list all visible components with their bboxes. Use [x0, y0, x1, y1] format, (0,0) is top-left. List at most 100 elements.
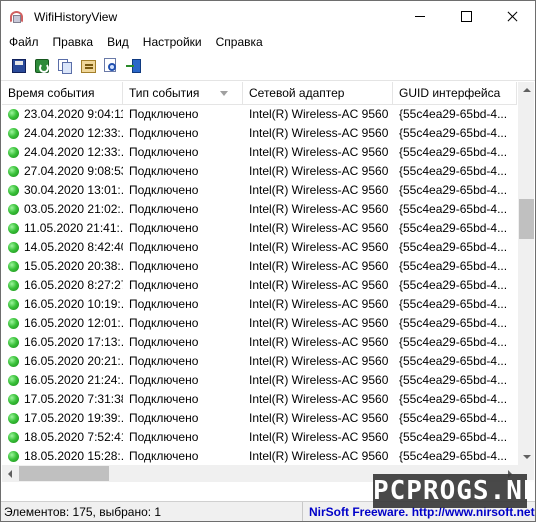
- cell-event-type: Подключено: [129, 126, 199, 140]
- event-time-text: 24.04.2020 12:33:...: [24, 145, 123, 159]
- table-row[interactable]: 30.04.2020 13:01:... Подключено Intel(R) W…: [2, 181, 517, 200]
- connected-status-icon: [8, 394, 19, 405]
- cell-event-type: Подключено: [129, 411, 199, 425]
- table-row[interactable]: 24.04.2020 12:33:... Подключено Intel(R) W…: [2, 124, 517, 143]
- cell-adapter: Intel(R) Wireless-AC 9560: [249, 202, 389, 216]
- table-row[interactable]: 11.05.2020 21:41:... Подключено Intel(R) W…: [2, 219, 517, 238]
- cell-event-type: Подключено: [129, 164, 199, 178]
- cell-event-type: Подключено: [129, 278, 199, 292]
- table-row[interactable]: 03.05.2020 21:02:... Подключено Intel(R) W…: [2, 200, 517, 219]
- scroll-down-arrow-icon[interactable]: [518, 448, 534, 465]
- menu-help[interactable]: Справка: [209, 32, 270, 52]
- cell-event-type: Подключено: [129, 145, 199, 159]
- event-time-text: 23.04.2020 9:04:11: [24, 107, 123, 121]
- cell-event-time: 16.05.2020 8:27:27: [2, 276, 123, 295]
- save-button[interactable]: [9, 56, 29, 76]
- status-item-count: Элементов: 175, выбрано: 1: [1, 501, 303, 521]
- table-row[interactable]: 15.05.2020 20:38:... Подключено Intel(R) W…: [2, 257, 517, 276]
- menu-view[interactable]: Вид: [100, 32, 136, 52]
- vertical-scrollbar[interactable]: [518, 82, 534, 465]
- event-time-text: 18.05.2020 7:52:41: [24, 430, 123, 444]
- event-time-text: 16.05.2020 12:01:...: [24, 316, 123, 330]
- cell-adapter: Intel(R) Wireless-AC 9560: [249, 373, 389, 387]
- table-row[interactable]: 16.05.2020 21:24:... Подключено Intel(R) W…: [2, 371, 517, 390]
- event-time-text: 15.05.2020 20:38:...: [24, 259, 123, 273]
- connected-status-icon: [8, 280, 19, 291]
- cell-event-time: 18.05.2020 15:28:...: [2, 447, 123, 466]
- connected-status-icon: [8, 356, 19, 367]
- refresh-button[interactable]: [32, 56, 52, 76]
- column-header-adapter[interactable]: Сетевой адаптер: [243, 82, 393, 105]
- cell-guid: {55c4ea29-65bd-4...: [399, 164, 508, 178]
- cell-adapter: Intel(R) Wireless-AC 9560: [249, 183, 389, 197]
- menu-edit[interactable]: Правка: [46, 32, 101, 52]
- menu-file[interactable]: Файл: [1, 32, 46, 52]
- column-header-guid[interactable]: GUID интерфейса: [393, 82, 517, 105]
- cell-event-type: Подключено: [129, 297, 199, 311]
- cell-event-time: 17.05.2020 7:31:38: [2, 390, 123, 409]
- table-row[interactable]: 27.04.2020 9:08:53 Подключено Intel(R) Wir…: [2, 162, 517, 181]
- table-row[interactable]: 24.04.2020 12:33:... Подключено Intel(R) W…: [2, 143, 517, 162]
- event-time-text: 11.05.2020 21:41:...: [24, 221, 123, 235]
- table-row[interactable]: 16.05.2020 12:01:... Подключено Intel(R) W…: [2, 314, 517, 333]
- event-time-text: 16.05.2020 20:21:...: [24, 354, 123, 368]
- table-row[interactable]: 16.05.2020 17:13:... Подключено Intel(R) W…: [2, 333, 517, 352]
- app-window: WifiHistoryView Файл Правка Вид Настройк…: [0, 0, 536, 522]
- cell-event-type: Подключено: [129, 240, 199, 254]
- cell-guid: {55c4ea29-65bd-4...: [399, 449, 508, 463]
- scroll-up-arrow-icon[interactable]: [518, 82, 534, 99]
- table-row[interactable]: 18.05.2020 7:52:41 Подключено Intel(R) Wir…: [2, 428, 517, 447]
- column-header-event-type[interactable]: Тип события: [123, 82, 243, 105]
- table-row[interactable]: 18.05.2020 15:28:... Подключено Intel(R) W…: [2, 447, 517, 466]
- menu-options[interactable]: Настройки: [136, 32, 209, 52]
- table-row[interactable]: 14.05.2020 8:42:40 Подключено Intel(R) Wir…: [2, 238, 517, 257]
- event-time-text: 03.05.2020 21:02:...: [24, 202, 123, 216]
- cell-event-type: Подключено: [129, 316, 199, 330]
- minimize-button[interactable]: [397, 1, 443, 32]
- event-time-text: 24.04.2020 12:33:...: [24, 126, 123, 140]
- cell-adapter: Intel(R) Wireless-AC 9560: [249, 354, 389, 368]
- list-rows: 23.04.2020 9:04:11 Подключено Intel(R) Wir…: [2, 105, 517, 482]
- cell-adapter: Intel(R) Wireless-AC 9560: [249, 145, 389, 159]
- cell-event-type: Подключено: [129, 373, 199, 387]
- connected-status-icon: [8, 223, 19, 234]
- scroll-left-arrow-icon[interactable]: [2, 465, 19, 482]
- cell-event-time: 24.04.2020 12:33:...: [2, 124, 123, 143]
- cell-event-time: 18.05.2020 7:52:41: [2, 428, 123, 447]
- table-row[interactable]: 17.05.2020 19:39:... Подключено Intel(R) W…: [2, 409, 517, 428]
- column-header-event-time[interactable]: Время события: [2, 82, 123, 105]
- cell-guid: {55c4ea29-65bd-4...: [399, 411, 508, 425]
- cell-adapter: Intel(R) Wireless-AC 9560: [249, 278, 389, 292]
- cell-guid: {55c4ea29-65bd-4...: [399, 316, 508, 330]
- event-time-text: 16.05.2020 17:13:...: [24, 335, 123, 349]
- cell-adapter: Intel(R) Wireless-AC 9560: [249, 411, 389, 425]
- horizontal-scroll-thumb[interactable]: [19, 466, 109, 481]
- table-row[interactable]: 16.05.2020 10:19:... Подключено Intel(R) W…: [2, 295, 517, 314]
- event-time-text: 16.05.2020 21:24:...: [24, 373, 123, 387]
- cell-adapter: Intel(R) Wireless-AC 9560: [249, 164, 389, 178]
- table-row[interactable]: 16.05.2020 8:27:27 Подключено Intel(R) Wir…: [2, 276, 517, 295]
- cell-event-time: 27.04.2020 9:08:53: [2, 162, 123, 181]
- cell-guid: {55c4ea29-65bd-4...: [399, 259, 508, 273]
- title-bar[interactable]: WifiHistoryView: [1, 1, 535, 32]
- table-row[interactable]: 17.05.2020 7:31:38 Подключено Intel(R) Wir…: [2, 390, 517, 409]
- sort-down-icon: [220, 91, 228, 96]
- copy-button[interactable]: [55, 56, 75, 76]
- properties-icon: [80, 59, 96, 73]
- cell-adapter: Intel(R) Wireless-AC 9560: [249, 392, 389, 406]
- window-title: WifiHistoryView: [34, 9, 118, 24]
- find-button[interactable]: [101, 56, 121, 76]
- save-icon: [12, 59, 26, 73]
- cell-event-type: Подключено: [129, 430, 199, 444]
- properties-button[interactable]: [78, 56, 98, 76]
- exit-button[interactable]: [124, 56, 144, 76]
- close-button[interactable]: [489, 1, 535, 32]
- cell-event-time: 14.05.2020 8:42:40: [2, 238, 123, 257]
- history-list[interactable]: Время события Тип события Сетевой адапте…: [2, 82, 534, 482]
- vertical-scroll-thumb[interactable]: [519, 199, 534, 239]
- cell-adapter: Intel(R) Wireless-AC 9560: [249, 107, 389, 121]
- table-row[interactable]: 16.05.2020 20:21:... Подключено Intel(R) W…: [2, 352, 517, 371]
- table-row[interactable]: 23.04.2020 9:04:11 Подключено Intel(R) Wir…: [2, 105, 517, 124]
- maximize-button[interactable]: [443, 1, 489, 32]
- connected-status-icon: [8, 204, 19, 215]
